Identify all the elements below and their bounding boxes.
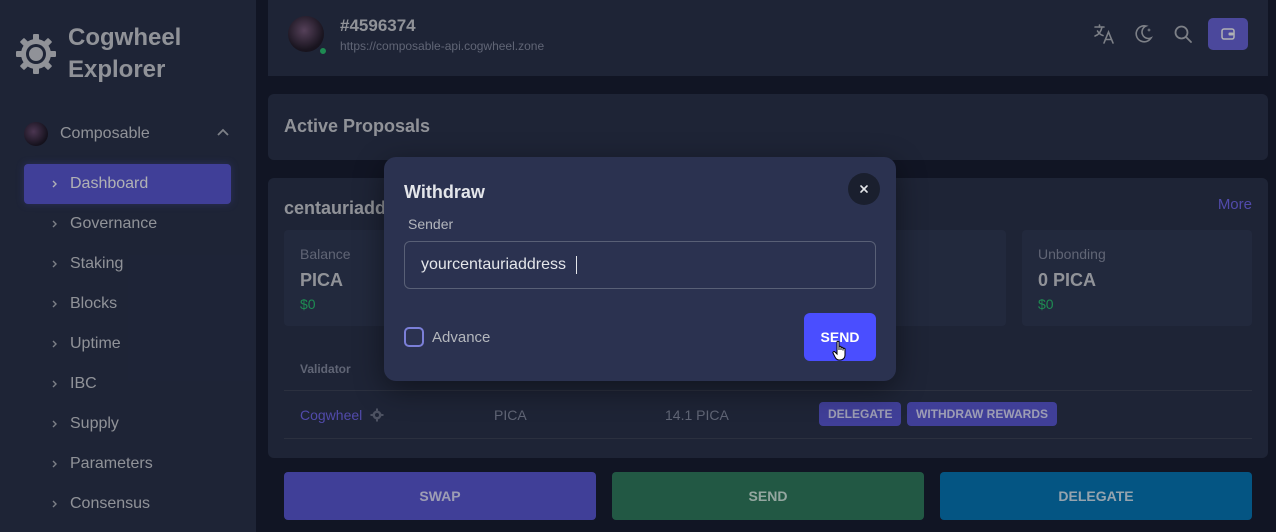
sender-label: Sender [408,216,454,232]
modal-title: Withdraw [404,182,485,202]
withdraw-modal: Withdraw Sender Advance SEND [384,157,896,381]
advance-label[interactable]: Advance [432,329,490,346]
text-caret [576,256,577,274]
sender-input[interactable] [404,241,876,289]
hand-pointer-icon [832,340,846,361]
advance-checkbox[interactable] [404,327,424,347]
close-icon [860,185,868,193]
close-button[interactable] [848,173,880,205]
